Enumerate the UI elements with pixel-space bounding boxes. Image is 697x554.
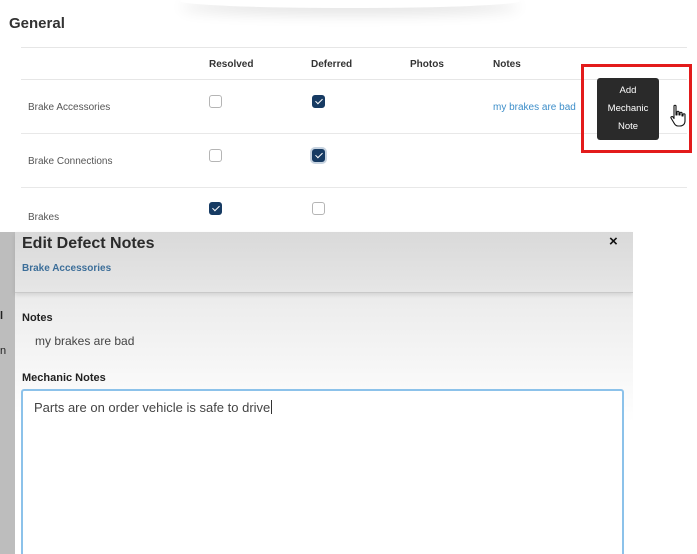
- note-link[interactable]: my brakes are bad: [493, 102, 576, 113]
- backdrop-text: l: [0, 310, 4, 322]
- row-label: Brake Accessories: [28, 102, 111, 113]
- resolved-checkbox[interactable]: [209, 149, 222, 162]
- page-backdrop: l n: [0, 232, 15, 554]
- deferred-checkbox[interactable]: [312, 149, 325, 162]
- deferred-checkbox[interactable]: [312, 202, 325, 215]
- column-header-deferred: Deferred: [311, 59, 353, 70]
- page-background: [633, 232, 697, 554]
- column-header-photos: Photos: [410, 59, 444, 70]
- resolved-checkbox[interactable]: [209, 95, 222, 108]
- row-label: Brakes: [28, 212, 60, 223]
- modal-subtitle: Brake Accessories: [22, 263, 112, 274]
- defects-panel: General Resolved Deferred Photos Notes B…: [0, 0, 697, 232]
- deferred-checkbox[interactable]: [312, 95, 325, 108]
- backdrop-text: n: [0, 345, 7, 357]
- column-header-resolved: Resolved: [209, 59, 254, 70]
- mechanic-notes-input[interactable]: Parts are on order vehicle is safe to dr…: [21, 389, 624, 554]
- resolved-checkbox[interactable]: [209, 202, 222, 215]
- notes-value: my brakes are bad: [35, 334, 135, 348]
- column-header-notes: Notes: [493, 59, 521, 70]
- section-title: General: [9, 15, 65, 32]
- table-row: Brakes: [21, 188, 687, 232]
- notes-label: Notes: [22, 312, 53, 324]
- mechanic-notes-label: Mechanic Notes: [22, 372, 106, 384]
- modal-header: Edit Defect Notes Brake Accessories ×: [15, 232, 633, 293]
- mechanic-notes-text: Parts are on order vehicle is safe to dr…: [34, 400, 271, 415]
- modal-title: Edit Defect Notes: [22, 235, 155, 252]
- row-label: Brake Connections: [28, 156, 113, 167]
- edit-defect-notes-modal: Edit Defect Notes Brake Accessories × No…: [15, 232, 633, 554]
- hand-cursor-icon: [670, 104, 686, 127]
- close-icon[interactable]: ×: [609, 233, 618, 250]
- header-shadow: [180, 0, 520, 8]
- text-caret: [271, 400, 273, 414]
